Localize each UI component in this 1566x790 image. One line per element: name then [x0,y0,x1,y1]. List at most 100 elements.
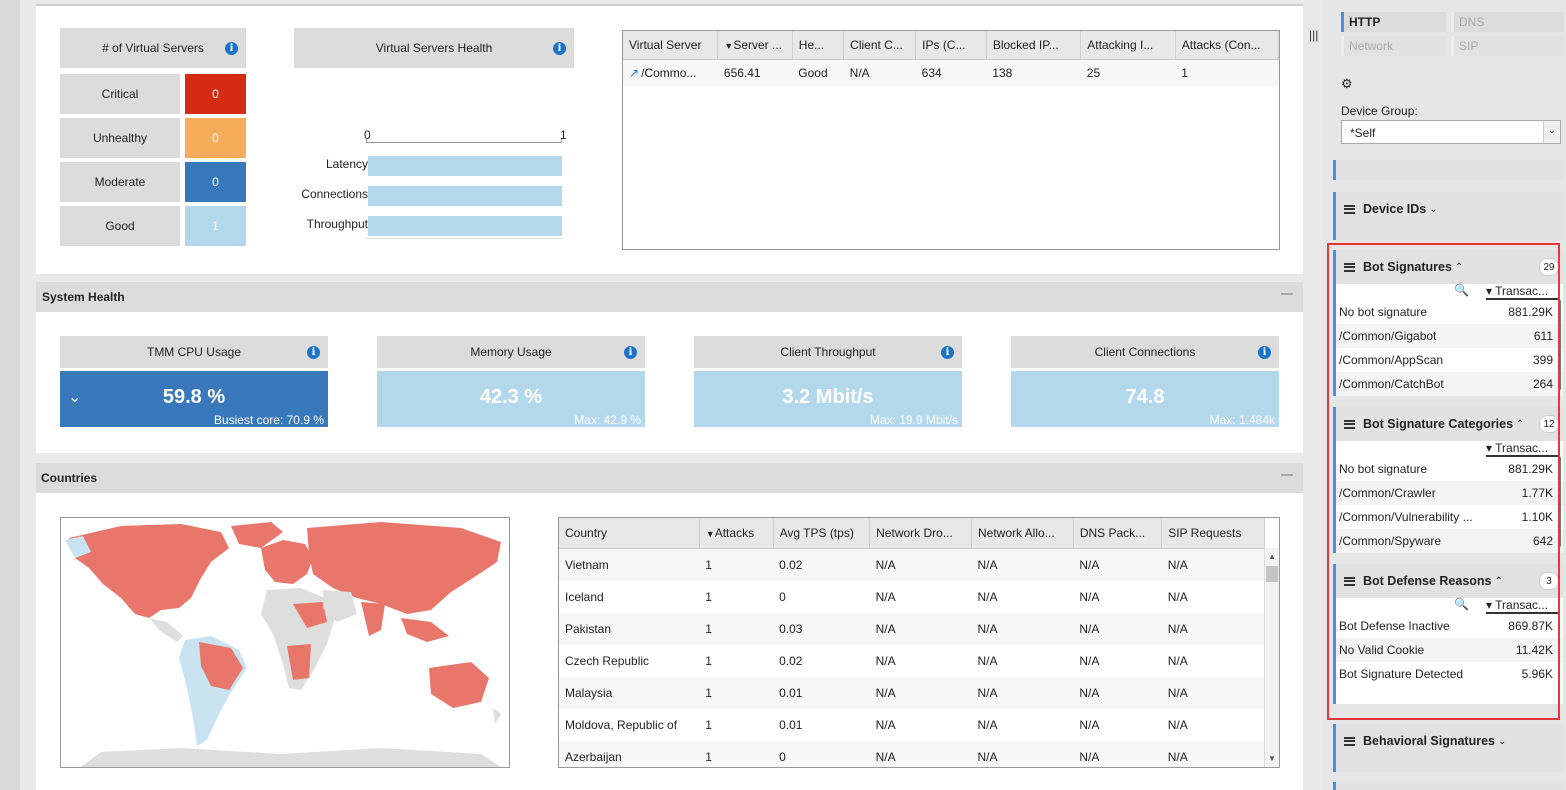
table-cell: N/A [844,60,916,86]
tab-http[interactable]: HTTP [1341,12,1446,32]
info-icon[interactable]: i [941,346,954,359]
table-row[interactable]: Moldova, Republic of 1 0.01 N/A N/A N/A N/A [559,708,1265,741]
table-cell: N/A [977,589,998,604]
metric-subvalue: Max: 19.9 Mbit/s [869,413,958,427]
device-group-select[interactable]: *Self ⌄ [1341,120,1561,144]
axis-right-tick [561,139,562,143]
table-cell: 634 [916,60,987,86]
metric-tile: Memory Usage i 42.3 % Max: 42.9 % [377,336,645,427]
health-count[interactable]: 0 [185,74,246,114]
summary-panel: # of Virtual Servers i Critical 0 Unhealth… [36,4,1303,274]
tab-network[interactable]: Network [1341,36,1446,56]
scroll-thumb[interactable] [1266,566,1278,582]
column-header[interactable]: Country [559,518,700,549]
health-count[interactable]: 0 [185,118,246,158]
countries-bar[interactable]: Countries [36,463,1303,493]
world-map[interactable] [60,517,510,768]
tab-dns[interactable]: DNS [1451,12,1564,32]
collapse-icon[interactable] [1281,293,1293,295]
metric-value-box[interactable]: ⌄ 59.8 % Busiest core: 70.9 % [60,371,328,427]
gear-icon[interactable]: ⚙ [1341,76,1353,92]
behavioral-signatures-widget[interactable]: Behavioral Signatures ⌄ [1333,724,1563,772]
chevron-down-icon[interactable]: ⌄ [1498,736,1506,747]
table-cell: N/A [1167,717,1188,732]
table-cell: 25 [1081,60,1176,86]
cell-text: 656.41 [723,65,761,80]
chevron-down-icon[interactable]: ⌄ [1543,121,1560,143]
column-header[interactable]: DNS Pack... [1073,518,1163,549]
metric-value-box[interactable]: 3.2 Mbit/s Max: 19.9 Mbit/s [694,371,962,427]
cell-text: /Commo... [641,65,697,80]
info-icon[interactable]: i [1258,346,1271,359]
table-row[interactable]: ↗/Commo... 656.41 Good N/A 634 138 25 1 [623,59,1279,86]
column-header[interactable]: IPs (C... [915,31,987,60]
table-scrollbar[interactable]: ▲ ▼ [1264,548,1279,767]
info-icon[interactable]: i [553,42,566,55]
column-header[interactable]: Blocked IP... [986,31,1082,60]
behavioral-signatures-title: Behavioral Signatures [1363,734,1495,748]
metric-value-box[interactable]: 42.3 % Max: 42.9 % [377,371,645,427]
metric-value-box[interactable]: 74.8 Max: 1.484k [1011,371,1279,427]
table-cell: N/A [875,749,896,764]
health-count[interactable]: 0 [185,162,246,202]
info-icon[interactable]: i [307,346,320,359]
table-cell: 0.03 [779,621,803,636]
column-header[interactable]: Attacking I... [1080,31,1176,60]
health-bar[interactable] [368,216,562,236]
table-row[interactable]: Malaysia 1 0.01 N/A N/A N/A N/A [559,676,1265,709]
column-header[interactable]: SIP Requests [1161,518,1265,549]
metric-value: 59.8 % [162,386,226,408]
health-bar[interactable] [368,156,562,176]
column-header[interactable]: Client C... [843,31,917,60]
chart-baseline [366,238,562,239]
column-header[interactable]: Avg TPS (tps) [773,518,871,549]
collapse-icon[interactable] [1281,474,1293,476]
column-header[interactable]: Attacks (Con... [1175,31,1279,60]
cell-text: 25 [1086,65,1101,80]
table-cell: N/A [1167,685,1188,700]
chevron-down-icon[interactable]: ⌄ [1429,204,1437,215]
table-cell: Iceland [565,589,604,604]
table-row[interactable]: Pakistan 1 0.03 N/A N/A N/A N/A [559,612,1265,645]
table-row[interactable]: Vietnam 1 0.02 N/A N/A N/A N/A [559,548,1265,581]
scroll-down-arrow[interactable]: ▼ [1268,754,1276,763]
sort-desc-icon: ▼ [705,529,715,539]
column-header[interactable]: Virtual Server [623,31,719,60]
table-cell: Azerbaijan [565,749,622,764]
axis-line [366,142,562,143]
sidebar-collapse-handle[interactable]: ||| [1309,28,1323,48]
table-row[interactable]: Azerbaijan 1 0 N/A N/A N/A N/A [559,740,1265,767]
column-header[interactable]: Network Dro... [869,518,972,549]
metric-header: Client Connections i [1011,336,1279,368]
table-cell: N/A [875,685,896,700]
menu-icon[interactable] [1344,736,1355,746]
table-cell: 138 [986,60,1080,86]
tab-sip[interactable]: SIP [1451,36,1564,56]
menu-icon[interactable] [1344,204,1355,214]
column-header[interactable]: ▼Server ... [717,31,793,60]
axis-tick-0: 0 [364,128,371,142]
info-icon[interactable]: i [225,42,238,55]
column-header[interactable]: ▼Attacks [699,518,774,549]
health-label: Critical [60,74,180,114]
health-bar[interactable] [368,186,562,206]
table-cell: 1 [705,749,712,764]
device-ids-widget[interactable]: Device IDs ⌄ [1333,192,1563,240]
table-cell: 1 [705,653,712,668]
system-health-bar[interactable]: System Health [36,282,1303,312]
column-header[interactable]: Network Allo... [971,518,1074,549]
cell-text: 1 [1181,65,1188,80]
table-row[interactable]: Iceland 1 0 N/A N/A N/A N/A [559,580,1265,613]
chart-line-icon[interactable]: ↗ [629,66,639,80]
column-header-label: Country [565,526,608,540]
device-group-value: *Self [1350,126,1376,140]
scroll-up-arrow[interactable]: ▲ [1268,552,1276,561]
column-header[interactable]: He... [792,31,845,60]
system-health-panel: TMM CPU Usage i ⌄ 59.8 % Busiest core: 70.9 … [36,312,1303,453]
metric-header: TMM CPU Usage i [60,336,328,368]
table-cell: N/A [977,621,998,636]
table-row[interactable]: Czech Republic 1 0.02 N/A N/A N/A N/A [559,644,1265,677]
info-icon[interactable]: i [624,346,637,359]
health-count[interactable]: 1 [185,206,246,246]
metric-header: Client Throughput i [694,336,962,368]
